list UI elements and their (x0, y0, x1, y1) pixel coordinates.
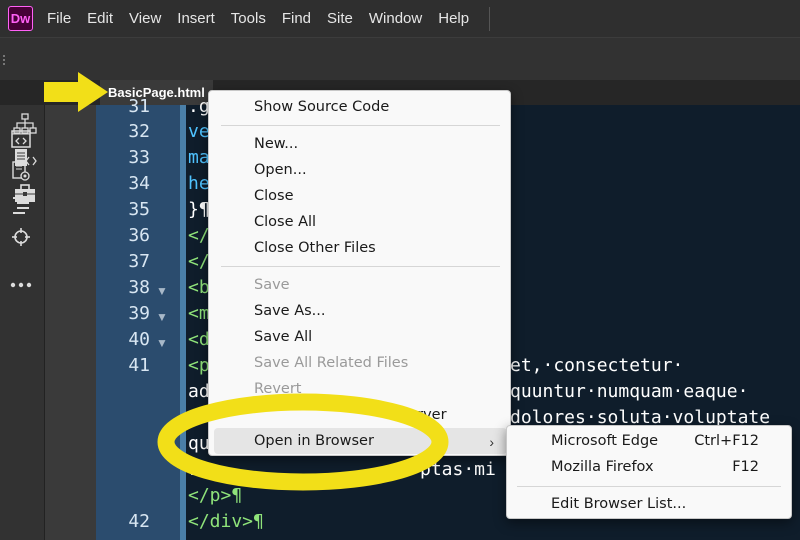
line-number: 31 (128, 96, 150, 117)
code-line: he (188, 173, 210, 194)
panel-bar (44, 105, 96, 540)
menu-new[interactable]: New... (254, 136, 298, 152)
menubar-divider (489, 6, 491, 31)
code-line: </ (188, 251, 210, 272)
code-line: ve (188, 121, 210, 142)
menu-view[interactable]: View (129, 10, 161, 27)
line-number: 39 (128, 303, 150, 324)
assets-icon[interactable] (12, 182, 38, 206)
fold-toggle-icon[interactable]: ▼ (156, 284, 168, 298)
line-number: 35 (128, 199, 150, 220)
fold-toggle-icon[interactable]: ▼ (156, 336, 168, 350)
menu-bar: Dw File Edit View Insert Tools Find Site… (0, 0, 800, 37)
line-number: 38 (128, 277, 150, 298)
menu-separator (517, 486, 781, 487)
shortcut-label: Ctrl+F12 (694, 433, 759, 449)
menu-open-in-browser[interactable]: Open in Browser (254, 433, 374, 449)
menu-close-other-files[interactable]: Close Other Files (254, 240, 376, 256)
more-icon[interactable] (10, 274, 32, 296)
line-number: 33 (128, 147, 150, 168)
code-line: <d (188, 329, 210, 350)
code-line: }¶ (188, 199, 210, 220)
menu-separator (221, 125, 500, 126)
toolbar-strip (0, 37, 800, 80)
fold-toggle-icon[interactable]: ▼ (156, 310, 168, 324)
line-number: 37 (128, 251, 150, 272)
code-line: <b (188, 277, 210, 298)
shortcut-label: F12 (732, 459, 759, 475)
menu-edit-browser-list[interactable]: Edit Browser List... (551, 496, 686, 512)
line-number: 41 (128, 355, 150, 376)
menu-save: Save (254, 277, 290, 293)
menu-window[interactable]: Window (369, 10, 422, 27)
browser-submenu: Microsoft Edge Ctrl+F12 Mozilla Firefox … (506, 425, 792, 519)
sitemap-icon[interactable] (12, 112, 38, 136)
code-line: d (188, 407, 199, 428)
target-icon[interactable] (10, 226, 32, 248)
menu-microsoft-edge[interactable]: Microsoft Edge (551, 433, 658, 449)
menu-revert: Revert (254, 381, 302, 397)
code-line: re (188, 459, 210, 480)
menu-site[interactable]: Site (327, 10, 353, 27)
menu-find[interactable]: Find (282, 10, 311, 27)
dreamweaver-logo: Dw (8, 6, 33, 31)
code-line: ma (188, 147, 210, 168)
code-line: <m (188, 303, 210, 324)
code-text: et,·consectetur· (510, 355, 684, 376)
line-number: 40 (128, 329, 150, 350)
menu-open[interactable]: Open... (254, 162, 307, 178)
menu-tools[interactable]: Tools (231, 10, 266, 27)
code-line: </div>¶ (188, 511, 264, 532)
menu-help[interactable]: Help (438, 10, 469, 27)
menu-file[interactable]: File (47, 10, 71, 27)
code-line: qu (188, 433, 210, 454)
context-menu: Show Source Code New... Open... Close Cl… (208, 90, 511, 456)
menu-save-all[interactable]: Save All (254, 329, 312, 345)
code-line: .g (188, 96, 210, 117)
chevron-right-icon: › (489, 434, 494, 450)
code-file-icon[interactable] (12, 147, 38, 171)
line-number: 32 (128, 121, 150, 142)
grip-handle[interactable] (3, 55, 5, 65)
line-number: 34 (128, 173, 150, 194)
line-number: 36 (128, 225, 150, 246)
menu-save-all-related-files: Save All Related Files (254, 355, 409, 371)
menu-show-source-code[interactable]: Show Source Code (254, 99, 389, 115)
menu-edit[interactable]: Edit (87, 10, 113, 27)
menu-close-all[interactable]: Close All (254, 214, 316, 230)
code-line: ad (188, 381, 210, 402)
menu-close[interactable]: Close (254, 188, 294, 204)
code-line: <p (188, 355, 210, 376)
code-line: </p>¶ (188, 485, 243, 506)
code-text: ptas·mi (420, 459, 496, 480)
line-number: 42 (128, 511, 150, 532)
menu-server-item[interactable]: Server (399, 407, 447, 423)
menu-separator (221, 266, 500, 267)
code-line: </ (188, 225, 210, 246)
menu-save-as[interactable]: Save As... (254, 303, 326, 319)
menu-insert[interactable]: Insert (177, 10, 215, 27)
menu-mozilla-firefox[interactable]: Mozilla Firefox (551, 459, 654, 475)
code-text: quuntur·numquam·eaque· (510, 381, 749, 402)
